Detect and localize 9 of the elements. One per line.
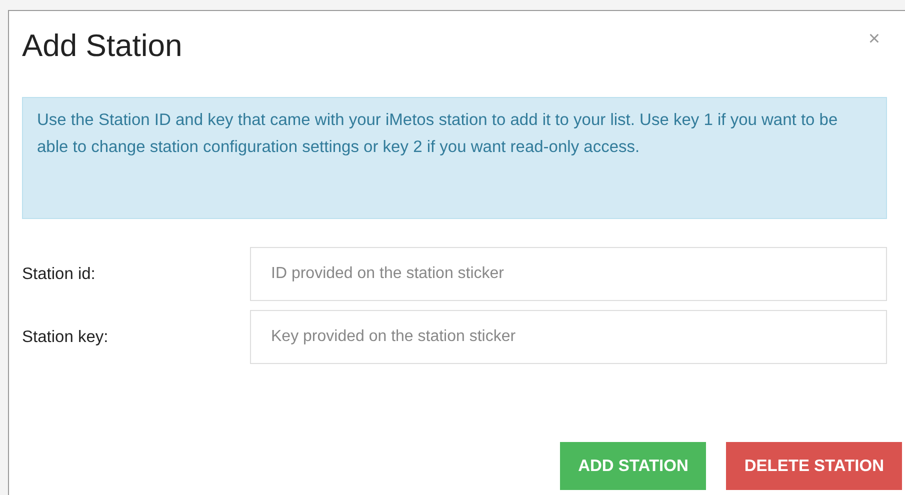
input-field[interactable]: ID provided on the station sticker [250, 247, 887, 301]
input-field[interactable]: Key provided on the station sticker [250, 310, 887, 364]
delete-station-button[interactable]: DELETE STATION [726, 442, 902, 490]
add-station-button[interactable]: ADD STATION [560, 442, 706, 490]
field-label: Station id: [22, 264, 96, 284]
field-label: Station key: [22, 328, 110, 346]
info-alert: Use the Station ID and key that came with your iMetos station to add it to your list. Use key 1 if you want to be able to change station configuration settings or key 2 if you want read-only access. [22, 97, 887, 219]
close-button[interactable]: × [868, 28, 880, 51]
dialog-title: Add Station [22, 28, 182, 64]
